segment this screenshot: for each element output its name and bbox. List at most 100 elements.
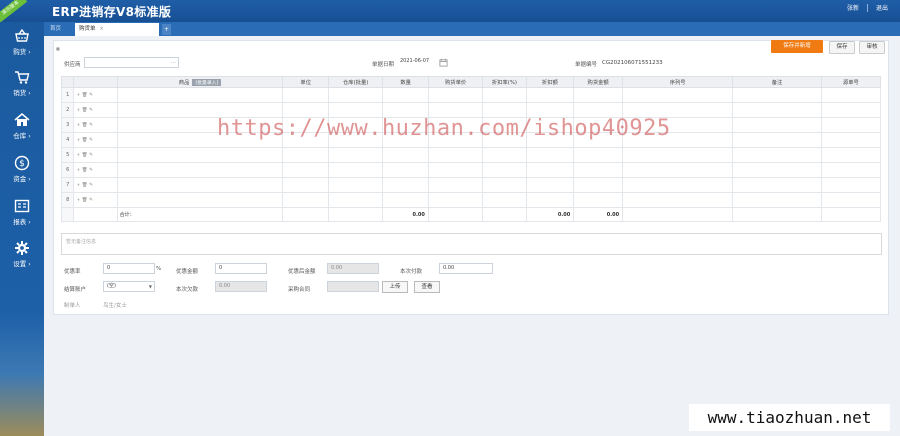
payment-input[interactable]: 0.00 (439, 263, 493, 274)
cell[interactable] (525, 162, 575, 178)
cell[interactable] (732, 147, 822, 163)
cell[interactable] (427, 87, 484, 103)
cell[interactable] (732, 177, 822, 193)
cell[interactable] (573, 162, 624, 178)
cell[interactable] (482, 177, 527, 193)
cell[interactable] (622, 192, 734, 208)
cell[interactable] (820, 192, 882, 208)
cell[interactable] (482, 147, 527, 163)
sidebar-item-warehouse[interactable]: 仓库 › (0, 112, 44, 150)
cell[interactable] (622, 177, 734, 193)
cell[interactable] (732, 132, 822, 148)
cell[interactable] (820, 132, 882, 148)
cell[interactable] (482, 162, 527, 178)
cell[interactable] (732, 162, 822, 178)
cell[interactable] (327, 177, 384, 193)
cell[interactable] (427, 147, 484, 163)
cell[interactable] (622, 147, 734, 163)
discount-rate-input[interactable]: 0 (103, 263, 155, 274)
row-actions[interactable]: + 🗑 ✎ (73, 102, 118, 118)
table-row[interactable]: 8 + 🗑 ✎ (60, 192, 882, 208)
row-actions[interactable]: + 🗑 ✎ (73, 192, 118, 208)
discount-amount-input[interactable]: 0 (215, 263, 267, 274)
table-row[interactable]: 7 + 🗑 ✎ (60, 177, 882, 193)
cell[interactable] (820, 87, 882, 103)
row-actions[interactable]: + 🗑 ✎ (73, 177, 118, 193)
cell[interactable] (282, 162, 329, 178)
cell[interactable] (382, 87, 429, 103)
table-row[interactable]: 6 + 🗑 ✎ (60, 162, 882, 178)
cell[interactable] (382, 162, 429, 178)
cell[interactable] (116, 177, 284, 193)
cell[interactable] (573, 147, 624, 163)
cell[interactable] (382, 192, 429, 208)
cell[interactable] (525, 177, 575, 193)
cell[interactable] (573, 87, 624, 103)
supplier-select[interactable]: … (84, 57, 179, 68)
cell[interactable] (427, 192, 484, 208)
logout-link[interactable]: 退出 (876, 3, 888, 12)
cell[interactable] (282, 147, 329, 163)
cell[interactable] (427, 162, 484, 178)
upload-button[interactable]: 上传 (382, 281, 408, 293)
cell[interactable] (282, 192, 329, 208)
row-actions[interactable]: + 🗑 ✎ (73, 87, 118, 103)
save-button[interactable]: 保存 (829, 41, 855, 54)
sidebar-item-reports[interactable]: 报表 › (0, 198, 44, 236)
sidebar-item-sales[interactable]: 销货 › (0, 69, 44, 107)
row-actions[interactable]: + 🗑 ✎ (73, 117, 118, 133)
cell[interactable] (820, 162, 882, 178)
cell[interactable] (382, 147, 429, 163)
sidebar-item-settings[interactable]: 设置 › (0, 240, 44, 278)
calendar-icon[interactable] (439, 58, 448, 67)
user-link[interactable]: 张新 (847, 3, 859, 12)
tab-home[interactable]: 首页 (46, 23, 65, 36)
cell[interactable] (573, 192, 624, 208)
cell[interactable] (525, 87, 575, 103)
cell[interactable] (327, 87, 384, 103)
cell[interactable] (820, 147, 882, 163)
cell[interactable] (327, 192, 384, 208)
cell[interactable] (820, 117, 882, 133)
cell[interactable] (622, 87, 734, 103)
row-actions[interactable]: + 🗑 ✎ (73, 162, 118, 178)
cell[interactable] (525, 192, 575, 208)
cell[interactable] (482, 192, 527, 208)
cell[interactable] (482, 87, 527, 103)
cell[interactable] (382, 177, 429, 193)
cell[interactable] (622, 162, 734, 178)
cell[interactable] (116, 162, 284, 178)
cell[interactable] (116, 87, 284, 103)
view-button[interactable]: 查看 (414, 281, 440, 293)
cell[interactable] (282, 87, 329, 103)
cell[interactable] (327, 162, 384, 178)
add-tab-button[interactable]: + (162, 24, 171, 35)
cell[interactable] (732, 87, 822, 103)
audit-button[interactable]: 审核 (859, 41, 885, 54)
cell[interactable] (732, 192, 822, 208)
table-row[interactable]: 1 + 🗑 ✎ (60, 87, 882, 103)
cell[interactable] (116, 147, 284, 163)
cell[interactable] (820, 102, 882, 118)
cell[interactable] (732, 102, 822, 118)
cell[interactable] (820, 177, 882, 193)
save-new-button[interactable]: 保存并新增 (771, 40, 823, 53)
row-actions[interactable]: + 🗑 ✎ (73, 132, 118, 148)
cell[interactable] (525, 147, 575, 163)
batch-entry-button[interactable]: (批量录入) (192, 79, 222, 86)
cell[interactable] (282, 177, 329, 193)
tab-purchase-order[interactable]: 购货单 × (75, 23, 159, 36)
sidebar-item-purchase[interactable]: 购货 › (0, 28, 44, 66)
cell[interactable] (327, 147, 384, 163)
cell[interactable] (427, 177, 484, 193)
account-select[interactable]: (空) ▼ (103, 281, 155, 292)
cell[interactable] (116, 192, 284, 208)
close-icon[interactable]: × (100, 26, 104, 32)
more-icon[interactable]: … (171, 58, 176, 67)
table-row[interactable]: 5 + 🗑 ✎ (60, 147, 882, 163)
cell[interactable] (573, 177, 624, 193)
remark-textarea[interactable]: 暂无备注信息 (61, 233, 882, 255)
sidebar-item-funds[interactable]: $ 资金 › (0, 155, 44, 193)
row-actions[interactable]: + 🗑 ✎ (73, 147, 118, 163)
cell[interactable] (732, 117, 822, 133)
